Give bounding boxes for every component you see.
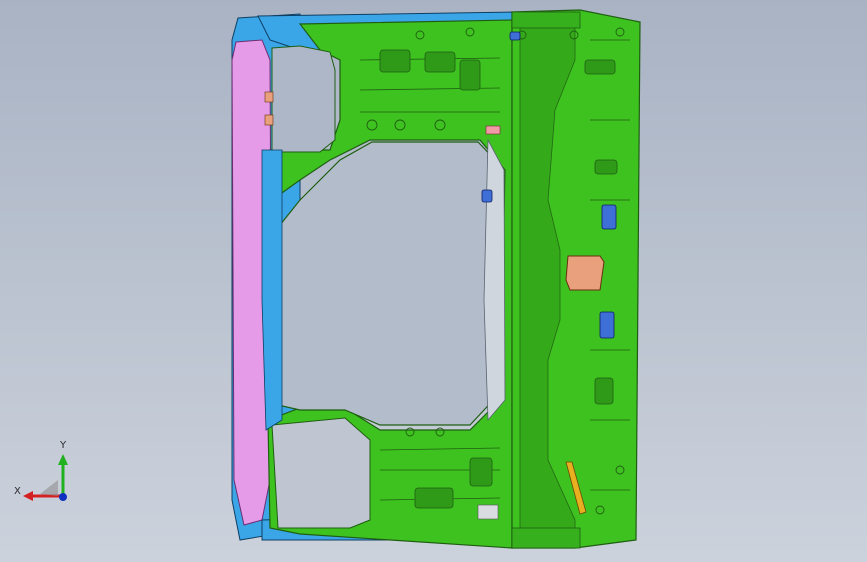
z-axis-point [59, 493, 67, 501]
vehicle-floor-assembly-model[interactable] [0, 0, 867, 562]
lower-opening [271, 417, 371, 529]
triad-plane [40, 480, 58, 496]
cross-member-bracket [565, 255, 605, 291]
x-axis-arrow [23, 491, 33, 501]
upper-opening [271, 45, 336, 153]
x-axis-label: X [14, 486, 21, 497]
cad-3d-viewport[interactable]: X Y [0, 0, 867, 562]
y-axis-label: Y [60, 440, 67, 451]
axis-triad: X Y [10, 440, 80, 510]
y-axis-arrow [58, 454, 68, 465]
central-opening [275, 141, 501, 426]
